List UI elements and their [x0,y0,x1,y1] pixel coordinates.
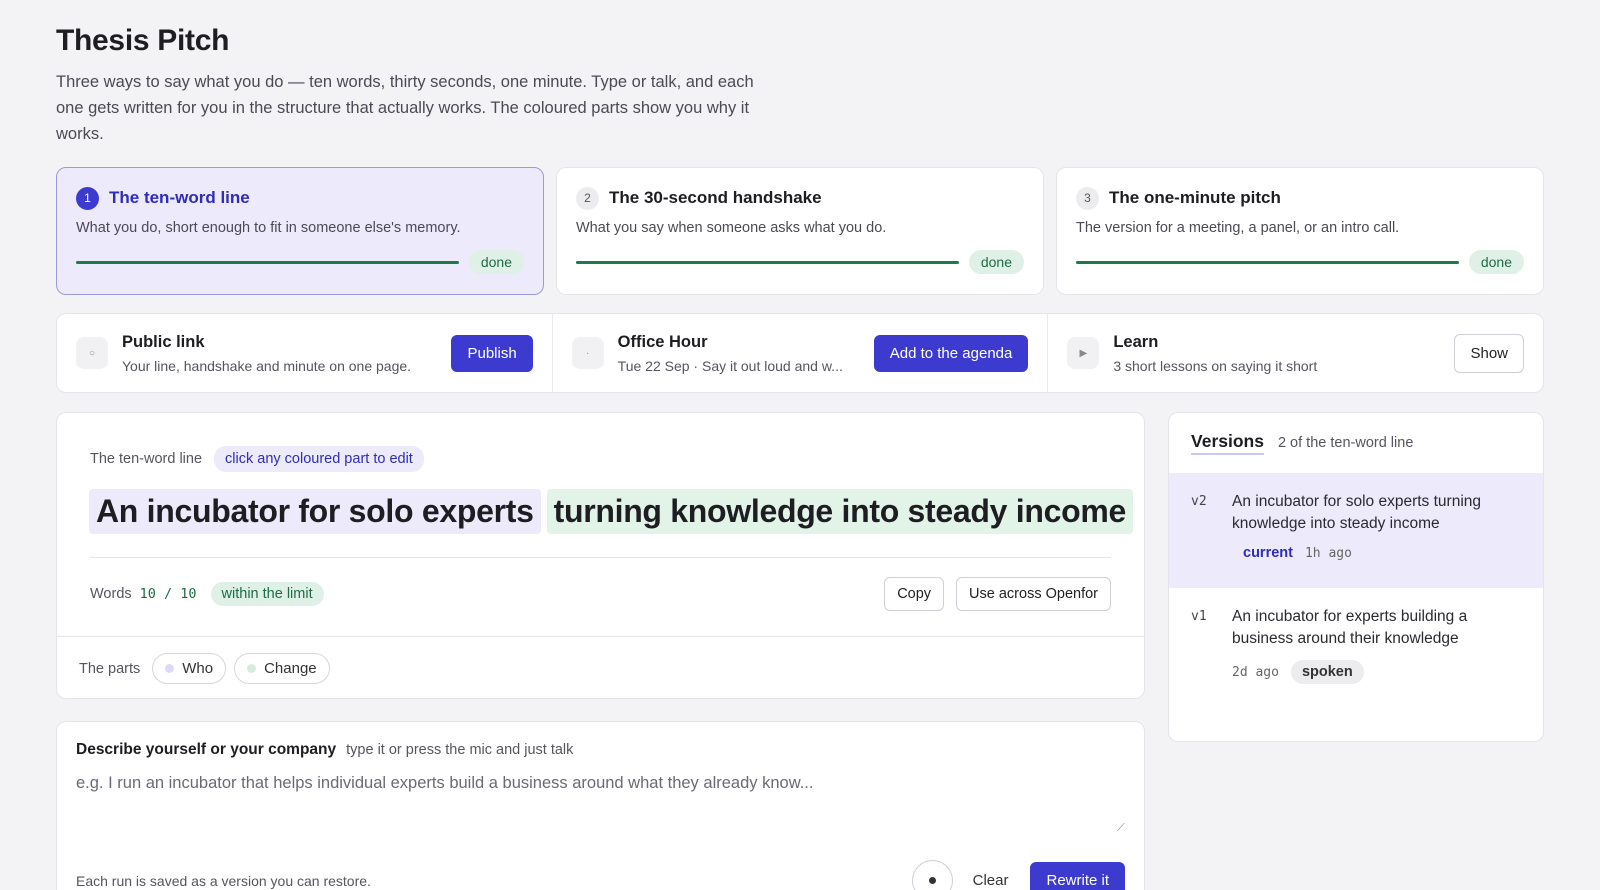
editor-label: The ten-word line [90,451,203,467]
step-card-thirty-second[interactable]: 2 The 30-second handshake What you say w… [556,167,1044,295]
spoken-tag: spoken [1290,660,1364,684]
versions-subtitle: 2 of the ten-word line [1277,435,1414,451]
versions-panel: Versions 2 of the ten-word line v2 An in… [1168,412,1544,742]
version-time: 2d ago [1232,664,1279,680]
status-badge: done [968,250,1024,274]
action-title: Public link [122,332,205,351]
step-description: What you say when someone asks what you … [576,220,887,236]
status-badge: done [468,250,524,274]
action-bar: ○ Public link Your line, handshake and m… [56,313,1544,393]
step-cards: 1 The ten-word line What you do, short e… [56,167,1544,295]
save-note: Each run is saved as a version you can r… [76,872,371,889]
step-title: The ten-word line [109,188,250,207]
step-description: The version for a meeting, a panel, or a… [1076,220,1400,236]
within-limit-badge: within the limit [210,582,324,606]
divider [90,557,1111,558]
action-title: Learn [1113,332,1159,351]
action-learn: ▶ Learn 3 short lessons on saying it sho… [1048,314,1543,392]
rewrite-button[interactable]: Rewrite it [1030,862,1125,890]
edit-hint-chip: click any coloured part to edit [214,446,424,472]
describe-hint: type it or press the mic and just talk [346,742,574,758]
part-chip-who[interactable]: Who [152,653,227,684]
mic-button[interactable] [911,860,953,890]
play-icon: ▶ [1067,337,1100,369]
step-number-badge: 2 [576,186,599,210]
use-across-button[interactable]: Use across Openfor [956,577,1111,611]
step-title: The one-minute pitch [1109,188,1281,207]
words-label: Words [90,586,132,602]
versions-title: Versions [1191,431,1264,455]
step-number-badge: 1 [76,186,99,210]
status-badge: done [1468,250,1524,274]
ten-word-headline: An incubator for solo experts turning kn… [89,489,1133,534]
describe-card: Describe yourself or your company type i… [56,721,1145,890]
step-progress-bar [1076,260,1459,264]
part-label: Who [182,660,214,677]
color-dot-icon [165,664,175,673]
action-subtitle: Tue 22 Sep · Say it out loud and w... [617,357,843,374]
publish-button[interactable]: Publish [451,334,533,372]
version-text: An incubator for solo experts turning kn… [1232,493,1481,532]
action-subtitle: Your line, handshake and minute on one p… [122,357,412,374]
version-id: v2 [1191,494,1207,509]
step-title: The 30-second handshake [609,188,822,207]
parts-label: The parts [79,660,141,677]
show-button[interactable]: Show [1454,333,1525,373]
version-item[interactable]: v2 An incubator for solo experts turning… [1169,473,1543,588]
add-to-agenda-button[interactable]: Add to the agenda [873,334,1029,372]
version-time: 1h ago [1304,545,1352,561]
step-progress-bar [576,260,959,264]
mic-icon [928,877,936,884]
resize-handle-icon[interactable]: ⟋ [1117,822,1125,835]
version-text: An incubator for experts building a busi… [1232,608,1468,647]
clear-button[interactable]: Clear [973,872,1009,889]
step-number-badge: 3 [1076,186,1099,210]
word-count: 10 / 10 [139,586,197,602]
circle-icon: ○ [76,337,108,369]
part-chip-change[interactable]: Change [234,653,330,684]
page-title: Thesis Pitch [56,24,230,57]
step-card-one-minute[interactable]: 3 The one-minute pitch The version for a… [1056,167,1544,295]
step-description: What you do, short enough to fit in some… [76,220,461,236]
action-title: Office Hour [617,332,708,351]
page-intro: Three ways to say what you do — ten word… [56,73,754,143]
action-office-hour: · Office Hour Tue 22 Sep · Say it out lo… [553,314,1049,392]
ten-word-editor: The ten-word line click any coloured par… [56,412,1145,699]
step-card-ten-word[interactable]: 1 The ten-word line What you do, short e… [56,167,544,295]
version-id: v1 [1191,609,1207,624]
version-item[interactable]: v1 An incubator for experts building a b… [1169,588,1543,684]
action-public-link: ○ Public link Your line, handshake and m… [57,314,553,392]
describe-input[interactable] [76,774,1127,834]
current-tag: current [1243,545,1293,561]
color-dot-icon [247,664,257,673]
segment-who[interactable]: An incubator for solo experts [89,489,541,534]
part-label: Change [264,660,317,677]
action-subtitle: 3 short lessons on saying it short [1113,357,1318,374]
divider [57,636,1144,637]
dot-icon: · [571,337,604,369]
describe-title: Describe yourself or your company [76,741,337,758]
segment-change[interactable]: turning knowledge into steady income [546,489,1133,534]
copy-button[interactable]: Copy [884,577,945,611]
step-progress-bar [76,260,459,264]
